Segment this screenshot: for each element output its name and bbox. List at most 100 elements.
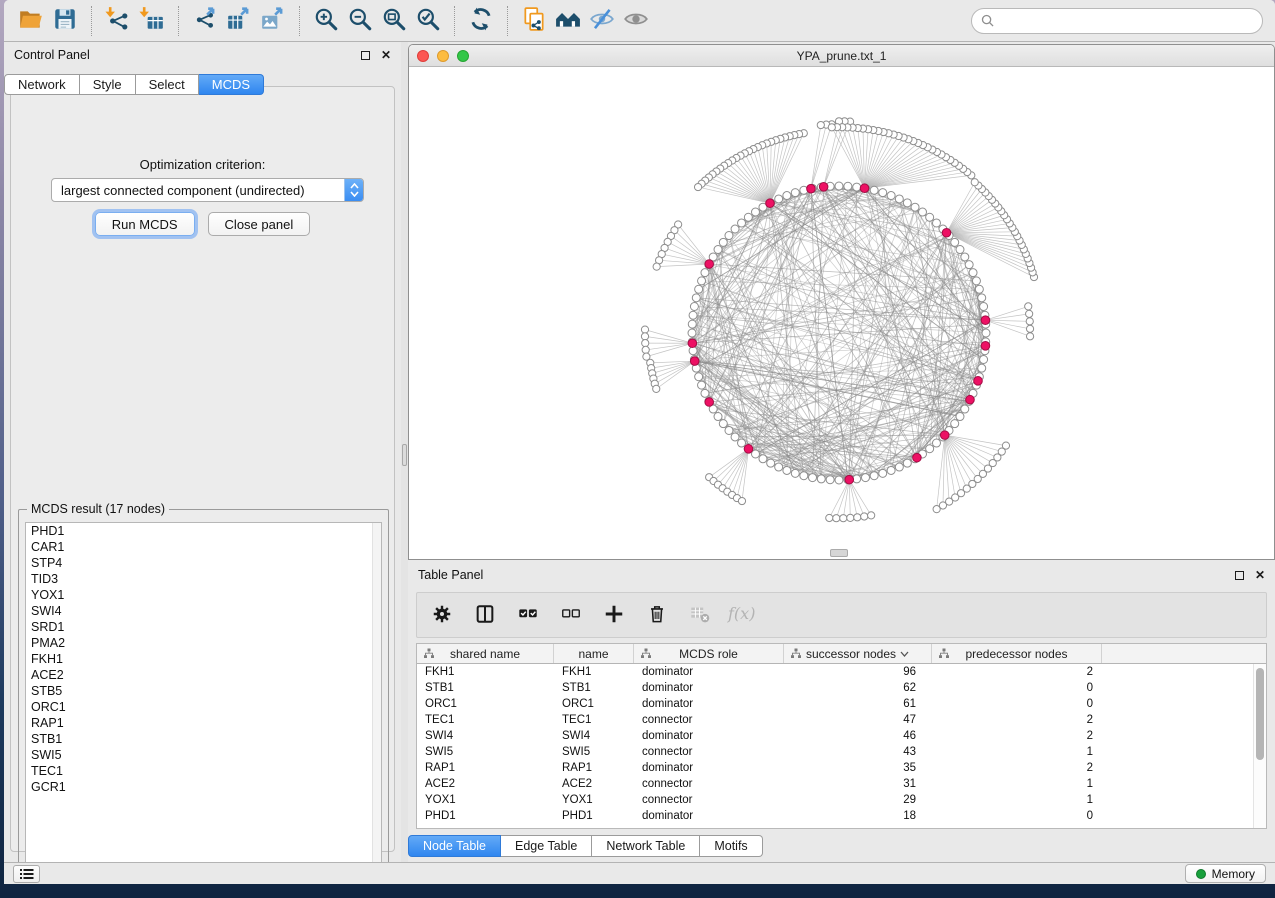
horizontal-splitter-grip[interactable] xyxy=(830,549,848,557)
table-cell[interactable]: YOX1 xyxy=(554,794,634,806)
table-cell[interactable]: 0 xyxy=(932,698,1102,710)
table-cell[interactable]: 46 xyxy=(784,730,932,742)
mcds-list-scrollbar[interactable] xyxy=(372,523,381,873)
network-view[interactable] xyxy=(409,67,1274,559)
zoom-selected-button[interactable] xyxy=(411,5,445,37)
table-cell[interactable]: 2 xyxy=(932,666,1102,678)
table-cell[interactable]: 18 xyxy=(784,810,932,822)
add-column-button[interactable] xyxy=(601,602,627,628)
tab-select[interactable]: Select xyxy=(136,74,199,95)
table-cell[interactable]: 31 xyxy=(784,778,932,790)
table-row[interactable]: SWI4SWI4dominator462 xyxy=(417,728,1266,744)
mcds-result-node[interactable]: STP4 xyxy=(26,555,381,571)
table-cell[interactable]: connector xyxy=(634,746,784,758)
apply-layout-button[interactable] xyxy=(464,5,498,37)
mcds-result-node[interactable]: SWI4 xyxy=(26,603,381,619)
import-table-button[interactable] xyxy=(135,5,169,37)
column-header-shared-name[interactable]: shared name xyxy=(417,644,554,663)
mcds-result-node[interactable]: FKH1 xyxy=(26,651,381,667)
run-mcds-button[interactable]: Run MCDS xyxy=(95,212,195,236)
table-cell[interactable]: 2 xyxy=(932,730,1102,742)
deselect-all-button[interactable] xyxy=(558,602,584,628)
table-row[interactable]: SWI5SWI5connector431 xyxy=(417,744,1266,760)
search-box[interactable] xyxy=(971,8,1263,34)
tab-network[interactable]: Network xyxy=(4,74,80,95)
table-cell[interactable]: connector xyxy=(634,714,784,726)
tab-network-table[interactable]: Network Table xyxy=(592,835,700,857)
table-cell[interactable]: SWI4 xyxy=(417,730,554,742)
hide-selected-button[interactable] xyxy=(585,5,619,37)
table-cell[interactable]: RAP1 xyxy=(554,762,634,774)
first-neighbors-button[interactable] xyxy=(551,5,585,37)
table-cell[interactable]: FKH1 xyxy=(417,666,554,678)
tab-edge-table[interactable]: Edge Table xyxy=(501,835,592,857)
table-cell[interactable]: PHD1 xyxy=(554,810,634,822)
vertical-splitter-grip[interactable] xyxy=(402,444,407,466)
mcds-result-node[interactable]: STB5 xyxy=(26,683,381,699)
table-cell[interactable]: dominator xyxy=(634,682,784,694)
table-cell[interactable]: 2 xyxy=(932,714,1102,726)
settings-button[interactable] xyxy=(429,602,455,628)
import-network-button[interactable] xyxy=(101,5,135,37)
table-cell[interactable]: SWI4 xyxy=(554,730,634,742)
table-cell[interactable]: TEC1 xyxy=(417,714,554,726)
mcds-result-node[interactable]: PHD1 xyxy=(26,523,381,539)
table-row[interactable]: STB1STB1dominator620 xyxy=(417,680,1266,696)
tab-mcds[interactable]: MCDS xyxy=(199,74,264,95)
table-scrollbar-thumb[interactable] xyxy=(1256,668,1264,760)
table-cell[interactable]: FKH1 xyxy=(554,666,634,678)
tab-motifs[interactable]: Motifs xyxy=(700,835,762,857)
table-cell[interactable]: 29 xyxy=(784,794,932,806)
column-header-predecessor-nodes[interactable]: predecessor nodes xyxy=(932,644,1102,663)
table-cell[interactable]: STB1 xyxy=(554,682,634,694)
column-header-MCDS-role[interactable]: MCDS role xyxy=(634,644,784,663)
column-header-name[interactable]: name xyxy=(554,644,634,663)
select-all-button[interactable] xyxy=(515,602,541,628)
table-cell[interactable]: STB1 xyxy=(417,682,554,694)
vertical-splitter[interactable] xyxy=(401,42,408,862)
export-image-button[interactable] xyxy=(256,5,290,37)
table-cell[interactable]: 35 xyxy=(784,762,932,774)
table-cell[interactable]: ACE2 xyxy=(554,778,634,790)
table-cell[interactable]: PHD1 xyxy=(417,810,554,822)
table-cell[interactable]: 0 xyxy=(932,810,1102,822)
mcds-result-node[interactable]: PMA2 xyxy=(26,635,381,651)
table-cell[interactable]: YOX1 xyxy=(417,794,554,806)
zoom-out-button[interactable] xyxy=(343,5,377,37)
table-cell[interactable]: ACE2 xyxy=(417,778,554,790)
table-row[interactable]: RAP1RAP1dominator352 xyxy=(417,760,1266,776)
table-cell[interactable]: 47 xyxy=(784,714,932,726)
table-cell[interactable]: SWI5 xyxy=(554,746,634,758)
zoom-in-button[interactable] xyxy=(309,5,343,37)
table-cell[interactable]: 2 xyxy=(932,762,1102,774)
table-cell[interactable]: ORC1 xyxy=(417,698,554,710)
table-cell[interactable]: 1 xyxy=(932,778,1102,790)
delete-table-button[interactable] xyxy=(687,602,713,628)
mcds-result-node[interactable]: SRD1 xyxy=(26,619,381,635)
tab-style[interactable]: Style xyxy=(80,74,136,95)
zoom-fit-button[interactable] xyxy=(377,5,411,37)
mcds-result-node[interactable]: TID3 xyxy=(26,571,381,587)
table-cell[interactable]: dominator xyxy=(634,730,784,742)
memory-button[interactable]: Memory xyxy=(1185,864,1266,883)
table-row[interactable]: PHD1PHD1dominator180 xyxy=(417,808,1266,824)
column-header-successor-nodes[interactable]: successor nodes xyxy=(784,644,932,663)
open-session-button[interactable] xyxy=(14,5,48,37)
close-table-panel-icon[interactable]: ✕ xyxy=(1255,571,1265,580)
table-cell[interactable]: 62 xyxy=(784,682,932,694)
table-cell[interactable]: SWI5 xyxy=(417,746,554,758)
table-row[interactable]: TEC1TEC1connector472 xyxy=(417,712,1266,728)
table-row[interactable]: ACE2ACE2connector311 xyxy=(417,776,1266,792)
table-cell[interactable]: ORC1 xyxy=(554,698,634,710)
table-scrollbar[interactable] xyxy=(1253,664,1266,828)
table-cell[interactable]: 1 xyxy=(932,746,1102,758)
mcds-result-list[interactable]: PHD1CAR1STP4TID3YOX1SWI4SRD1PMA2FKH1ACE2… xyxy=(25,522,382,874)
table-row[interactable]: YOX1YOX1connector291 xyxy=(417,792,1266,808)
table-cell[interactable]: dominator xyxy=(634,666,784,678)
table-cell[interactable]: dominator xyxy=(634,698,784,710)
tab-node-table[interactable]: Node Table xyxy=(408,835,501,857)
table-cell[interactable]: RAP1 xyxy=(417,762,554,774)
float-table-panel-icon[interactable] xyxy=(1235,571,1244,580)
apply-function-button[interactable]: f(x) xyxy=(730,602,756,628)
mcds-result-node[interactable]: GCR1 xyxy=(26,779,381,795)
